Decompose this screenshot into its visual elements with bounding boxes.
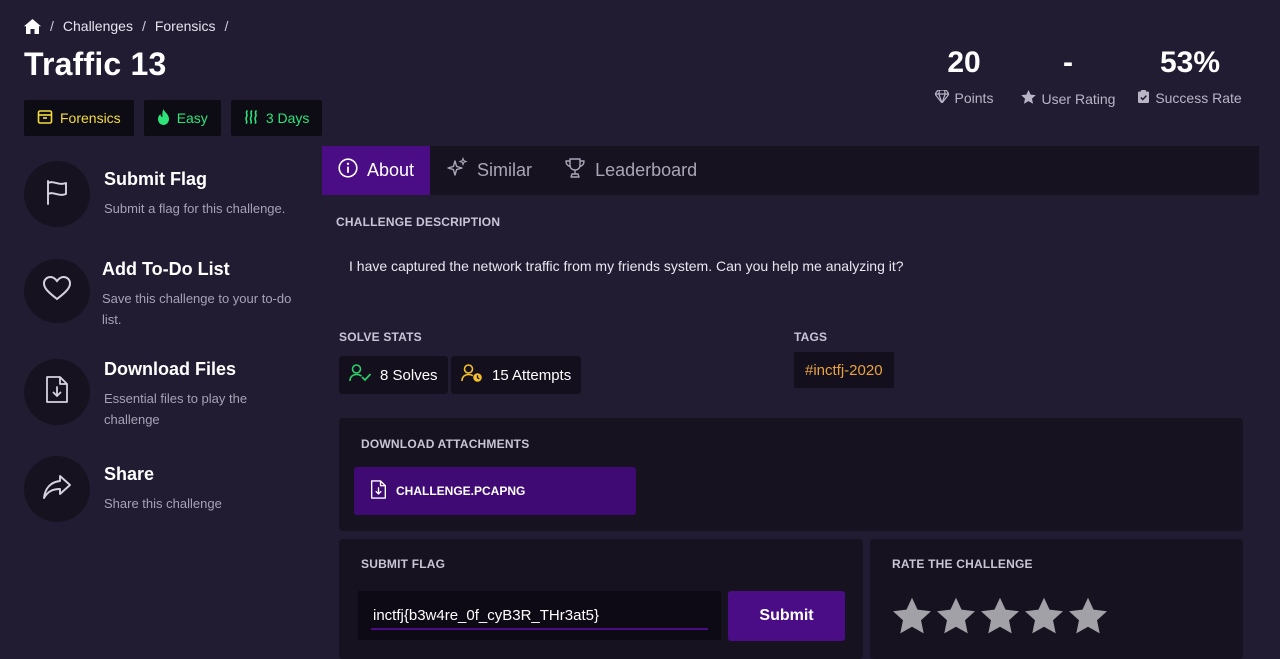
rate-heading: RATE THE CHALLENGE	[892, 557, 1033, 571]
rating-stat: - User Rating	[1018, 46, 1118, 107]
star-icon[interactable]	[981, 597, 1019, 635]
star-icon[interactable]	[1069, 597, 1107, 635]
tab-about[interactable]: About	[322, 146, 431, 195]
points-label: Points	[954, 90, 994, 106]
star-icon[interactable]	[1025, 597, 1063, 635]
share-action[interactable]: Share Share this challenge	[24, 456, 304, 522]
share-icon	[42, 474, 72, 505]
solve-stats-heading: SOLVE STATS	[339, 330, 422, 344]
breadcrumb: / Challenges / Forensics /	[24, 16, 237, 36]
tab-bar: About Similar Leaderboard	[322, 146, 1259, 195]
breadcrumb-forensics[interactable]: Forensics	[155, 18, 216, 34]
submit-flag-heading: SUBMIT FLAG	[361, 557, 446, 571]
attachment-filename: CHALLENGE.PCAPNG	[396, 484, 526, 498]
difficulty-label: Easy	[176, 110, 208, 126]
heart-icon	[42, 275, 72, 306]
sparkles-icon	[446, 156, 468, 184]
breadcrumb-separator: /	[50, 18, 54, 34]
action-subtitle: Share this challenge	[104, 496, 222, 511]
steam-icon	[244, 109, 259, 127]
solves-chip: 8 Solves	[339, 356, 448, 394]
age-badge: 3 Days	[230, 100, 323, 136]
success-stat: 53% Success Rate	[1138, 46, 1242, 106]
box-icon	[37, 109, 53, 128]
rating-label: User Rating	[1041, 90, 1116, 107]
download-heading: DOWNLOAD ATTACHMENTS	[361, 437, 530, 451]
star-icon[interactable]	[893, 597, 931, 635]
success-label: Success Rate	[1155, 90, 1242, 106]
points-stat: 20 Points	[928, 46, 1000, 106]
breadcrumb-challenges[interactable]: Challenges	[63, 18, 133, 34]
tab-label: Similar	[477, 160, 533, 180]
flame-icon	[157, 108, 170, 128]
add-todo-action[interactable]: Add To-Do List Save this challenge to yo…	[24, 259, 302, 330]
user-clock-icon	[461, 363, 483, 387]
tab-similar[interactable]: Similar	[430, 146, 548, 195]
tab-leaderboard[interactable]: Leaderboard	[548, 146, 713, 195]
attempts-count: 15 Attempts	[492, 366, 572, 384]
star-icon	[1020, 90, 1036, 107]
tab-label: About	[367, 160, 415, 180]
file-download-icon	[371, 480, 386, 502]
flag-icon	[43, 178, 71, 211]
trophy-icon	[564, 157, 586, 184]
action-subtitle: Essential files to play the challenge	[104, 391, 248, 427]
action-title: Share	[104, 464, 155, 484]
action-title: Submit Flag	[104, 169, 207, 189]
points-value: 20	[947, 46, 981, 79]
attempts-chip: 15 Attempts	[451, 356, 582, 394]
category-label: Forensics	[60, 110, 121, 126]
submit-button[interactable]: Submit	[728, 591, 845, 641]
tags-heading: TAGS	[794, 330, 828, 344]
star-icon[interactable]	[937, 597, 975, 635]
success-value: 53%	[1159, 46, 1221, 79]
challenge-badges: Forensics Easy 3 Days	[24, 100, 323, 136]
download-files-action[interactable]: Download Files Essential files to play t…	[24, 359, 274, 430]
input-underline	[371, 628, 708, 630]
rating-stars	[893, 597, 1107, 635]
action-title: Download Files	[104, 359, 237, 379]
tag-chip[interactable]: #inctfj-2020	[794, 352, 894, 388]
category-badge[interactable]: Forensics	[24, 100, 134, 136]
difficulty-badge: Easy	[143, 100, 221, 136]
breadcrumb-separator: /	[141, 18, 146, 34]
home-icon[interactable]	[24, 18, 41, 34]
page-title: Traffic 13	[24, 46, 167, 82]
description-heading: CHALLENGE DESCRIPTION	[336, 215, 501, 229]
submit-flag-action[interactable]: Submit Flag Submit a flag for this chall…	[24, 161, 304, 227]
file-download-icon	[46, 376, 68, 408]
challenge-description: I have captured the network traffic from…	[349, 258, 904, 274]
flag-input[interactable]	[358, 591, 721, 640]
diamond-icon	[933, 89, 950, 106]
rating-value: -	[1063, 46, 1073, 79]
info-icon	[338, 158, 358, 183]
action-title: Add To-Do List	[102, 259, 230, 279]
age-label: 3 Days	[265, 110, 310, 126]
tab-label: Leaderboard	[595, 160, 698, 180]
user-check-icon	[349, 364, 371, 386]
clipboard-check-icon	[1138, 90, 1150, 106]
breadcrumb-separator: /	[224, 18, 229, 34]
action-subtitle: Submit a flag for this challenge.	[104, 201, 286, 216]
download-attachment-button[interactable]: CHALLENGE.PCAPNG	[354, 467, 636, 515]
solves-count: 8 Solves	[380, 366, 438, 384]
action-subtitle: Save this challenge to your to-do list.	[102, 291, 292, 327]
